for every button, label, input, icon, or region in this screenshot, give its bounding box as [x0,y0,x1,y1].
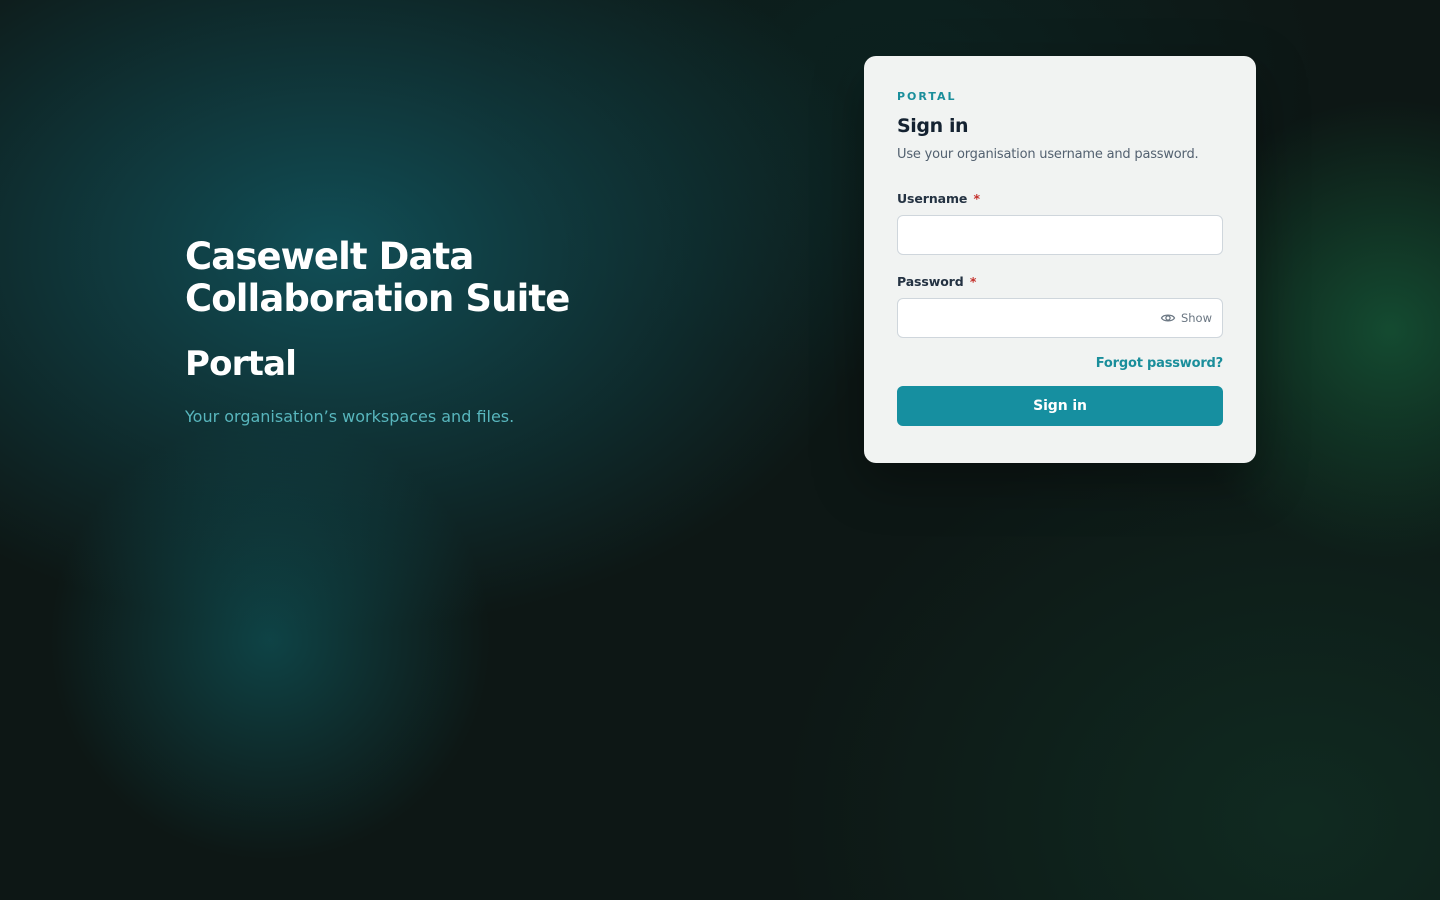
eye-icon [1160,310,1176,326]
portal-heading: Portal [185,344,297,384]
forgot-password-link[interactable]: Forgot password? [1096,356,1223,371]
password-label-text: Password [897,274,964,289]
show-password-toggle[interactable]: Show [1160,309,1212,327]
sign-in-title: Sign in [897,115,969,137]
product-title: Casewelt Data Collaboration Suite [185,235,570,320]
required-marker: * [969,274,977,289]
username-label-text: Username [897,191,968,206]
sign-in-button[interactable]: Sign in [897,386,1223,426]
hero-tagline: Your organisation’s workspaces and files… [185,407,515,426]
show-password-label: Show [1180,311,1212,325]
username-input[interactable] [897,215,1223,255]
sign-in-description: Use your organisation username and passw… [897,147,1199,162]
username-label: Username * [897,191,1223,207]
required-marker: * [973,191,981,206]
hero-section: Casewelt Data Collaboration Suite Portal… [185,236,745,428]
sign-in-card: PORTAL Sign in Use your organisation use… [864,56,1256,463]
login-page: { "hero": { "title": "Casewelt Data Coll… [0,0,1440,900]
password-label: Password * [897,274,1223,290]
password-field-wrapper: Show [897,298,1223,338]
username-field-wrapper [897,215,1223,255]
forgot-password-row: Forgot password? [897,352,1223,371]
card-eyebrow: PORTAL [897,90,957,103]
